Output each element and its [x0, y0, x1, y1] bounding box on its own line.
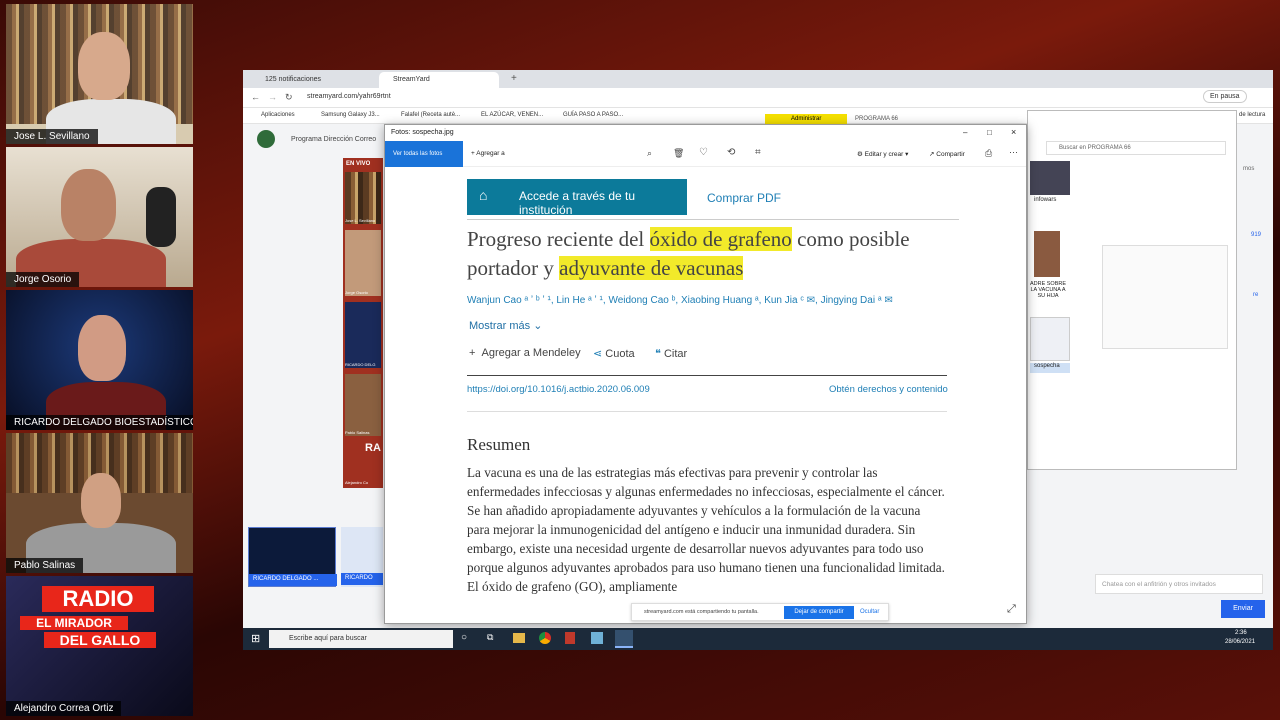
duck-logo-icon [257, 130, 275, 148]
institution-icon: ⌂ [479, 187, 488, 203]
quote-icon: ❝ [655, 348, 661, 360]
page-header: Programa Dirección Correo [291, 136, 377, 143]
bookmark-item[interactable]: Aplicaciones [261, 112, 295, 118]
bookmark-item[interactable]: de lectura [1239, 112, 1265, 118]
new-tab-button[interactable]: + [511, 73, 517, 84]
participant-tile: Jorge Osorio [6, 147, 193, 287]
heart-icon[interactable]: ♡ [699, 147, 708, 158]
explorer-icon[interactable] [513, 633, 525, 643]
tab-notifications[interactable]: 125 notificaciones [251, 72, 375, 88]
bottom-tile[interactable]: RICARDO DELGADO ... [248, 527, 337, 587]
admin-chip[interactable]: Administrar [765, 114, 848, 124]
send-button[interactable]: Enviar [1221, 600, 1265, 618]
participant-tile: Pablo Salinas [6, 433, 193, 573]
address-bar-row: ← → ↻ streamyard.com/yahr69rtnt En pausa [243, 88, 1273, 108]
stop-sharing-button[interactable]: Dejar de compartir [784, 606, 854, 619]
bookmark-item[interactable]: GUÍA PASO A PASO... [563, 112, 623, 118]
preview-column: EN VIVO Jose L. Sevillano Jorge Osorio R… [343, 158, 383, 488]
resumen-heading: Resumen [467, 435, 531, 454]
chat-input[interactable]: Chatea con el anfitrión y otros invitado… [1095, 574, 1263, 594]
rights-link[interactable]: Obtén derechos y contenido [829, 384, 948, 395]
print-icon[interactable]: ⎙ [985, 148, 992, 159]
view-all-button[interactable]: Ver todas las fotos [385, 141, 463, 167]
viewer-title: Fotos: sospecha.jpg [391, 129, 454, 136]
show-more-link[interactable]: Mostrar más ⌄ [469, 319, 542, 332]
delete-icon[interactable]: 🗑 [673, 148, 684, 159]
share-icon: ⋖ [593, 348, 603, 360]
cortana-icon[interactable]: ○ [461, 632, 467, 643]
app-icon[interactable] [591, 632, 603, 644]
crop-icon[interactable]: ⌗ [755, 147, 761, 158]
cite-link[interactable]: ❝ Citar [655, 347, 687, 360]
forward-icon[interactable]: → [268, 92, 277, 102]
close-icon[interactable]: × [1011, 127, 1016, 137]
edit-create-button[interactable]: ⚙ Editar y crear ▾ [857, 150, 908, 158]
article-image: Accede a través de tu institución ⌂ Comp… [467, 177, 959, 597]
tab-label: 125 notificaciones [265, 76, 322, 83]
explorer-window: Buscar en PROGRAMA 66 infowars ADRE SOBR… [1027, 110, 1237, 470]
document-preview [1102, 245, 1228, 349]
viewer-title-bar: Fotos: sospecha.jpg – □ × [385, 125, 1026, 141]
programa-title: PROGRAMA 66 [855, 116, 899, 122]
bookmark-item[interactable]: Falafel (Receta autè... [401, 112, 460, 118]
tab-label: StreamYard [393, 76, 430, 83]
share-bar: streamyard.com está compartiendo tu pant… [631, 603, 889, 621]
chevron-down-icon: ⌄ [533, 320, 543, 332]
app-icon[interactable] [565, 632, 575, 644]
share-button[interactable]: ↗ Compartir [929, 150, 965, 158]
windows-taskbar: ⊞ Escribe aquí para buscar ○ ⧉ 2:36 28/0… [243, 628, 1273, 650]
windows-start-icon[interactable]: ⊞ [251, 632, 260, 645]
profile-button[interactable]: En pausa [1203, 90, 1247, 103]
participant-name: Jorge Osorio [6, 272, 80, 287]
live-badge: EN VIVO [346, 161, 371, 167]
buy-pdf-link[interactable]: Comprar PDF [707, 191, 781, 205]
bottom-tile[interactable]: RICARDO [341, 527, 383, 587]
rotate-icon[interactable]: ⟲ [727, 147, 735, 158]
tab-streamyard[interactable]: StreamYard [379, 72, 499, 88]
url-field[interactable]: streamyard.com/yahr69rtnt [307, 93, 1007, 100]
participant-name: Jose L. Sevillano [6, 129, 98, 144]
participant-tile: RADIO EL MIRADOR DEL GALLO Alejandro Cor… [6, 576, 193, 716]
explorer-search[interactable]: Buscar en PROGRAMA 66 [1046, 141, 1226, 155]
share-cuota-link[interactable]: ⋖ Cuota [593, 347, 635, 360]
participant-tile: RICARDO DELGADO BIOESTADÍSTICO [6, 290, 193, 430]
access-button[interactable]: Accede a través de tu institución [467, 179, 687, 217]
minimize-icon[interactable]: – [963, 128, 967, 137]
taskbar-search[interactable]: Escribe aquí para buscar [269, 630, 453, 648]
task-view-icon[interactable]: ⧉ [487, 632, 493, 643]
radio-logo: RADIO EL MIRADOR DEL GALLO [20, 586, 156, 648]
photo-viewer: Fotos: sospecha.jpg – □ × Ver todas las … [384, 124, 1027, 624]
photos-icon[interactable] [615, 630, 633, 648]
back-icon[interactable]: ← [251, 92, 260, 102]
abstract-text: La vacuna es una de las estrategias más … [467, 465, 945, 594]
bookmark-item[interactable]: EL AZÚCAR, VENEN... [481, 112, 543, 118]
participant-name: Alejandro Correa Ortiz [6, 701, 122, 716]
participant-tile: Jose L. Sevillano [6, 4, 193, 144]
mendeley-link[interactable]: + Agregar a Mendeley [469, 347, 581, 359]
article-title: Progreso reciente del óxido de grafeno c… [467, 227, 910, 280]
tab-bar: 125 notificaciones StreamYard + [243, 70, 1273, 88]
viewer-toolbar: Ver todas las fotos + Agregar a ⌕ 🗑 ♡ ⟲ … [385, 141, 1026, 167]
bookmark-item[interactable]: Samsung Galaxy J3... [321, 112, 380, 118]
clock-date: 28/06/2021 [1225, 639, 1256, 645]
doi-link[interactable]: https://doi.org/10.1016/j.actbio.2020.06… [467, 384, 650, 395]
fullscreen-icon[interactable]: ⤢ [1007, 603, 1016, 616]
maximize-icon[interactable]: □ [987, 128, 992, 137]
chrome-icon[interactable] [539, 632, 551, 644]
more-icon[interactable]: ⋯ [1009, 147, 1018, 158]
clock-time: 2:36 [1235, 630, 1247, 636]
hide-button[interactable]: Ocultar [860, 609, 879, 615]
authors[interactable]: Wanjun Cao ᵃ ʼ ᵇ ʼ ¹, Lin He ᵃ ʼ ¹, Weid… [467, 295, 959, 306]
add-to-button[interactable]: + Agregar a [471, 150, 505, 157]
participant-name: RICARDO DELGADO BIOESTADÍSTICO [6, 415, 193, 430]
zoom-icon[interactable]: ⌕ [647, 148, 652, 159]
reload-icon[interactable]: ↻ [285, 92, 293, 103]
participant-name: Pablo Salinas [6, 558, 84, 573]
